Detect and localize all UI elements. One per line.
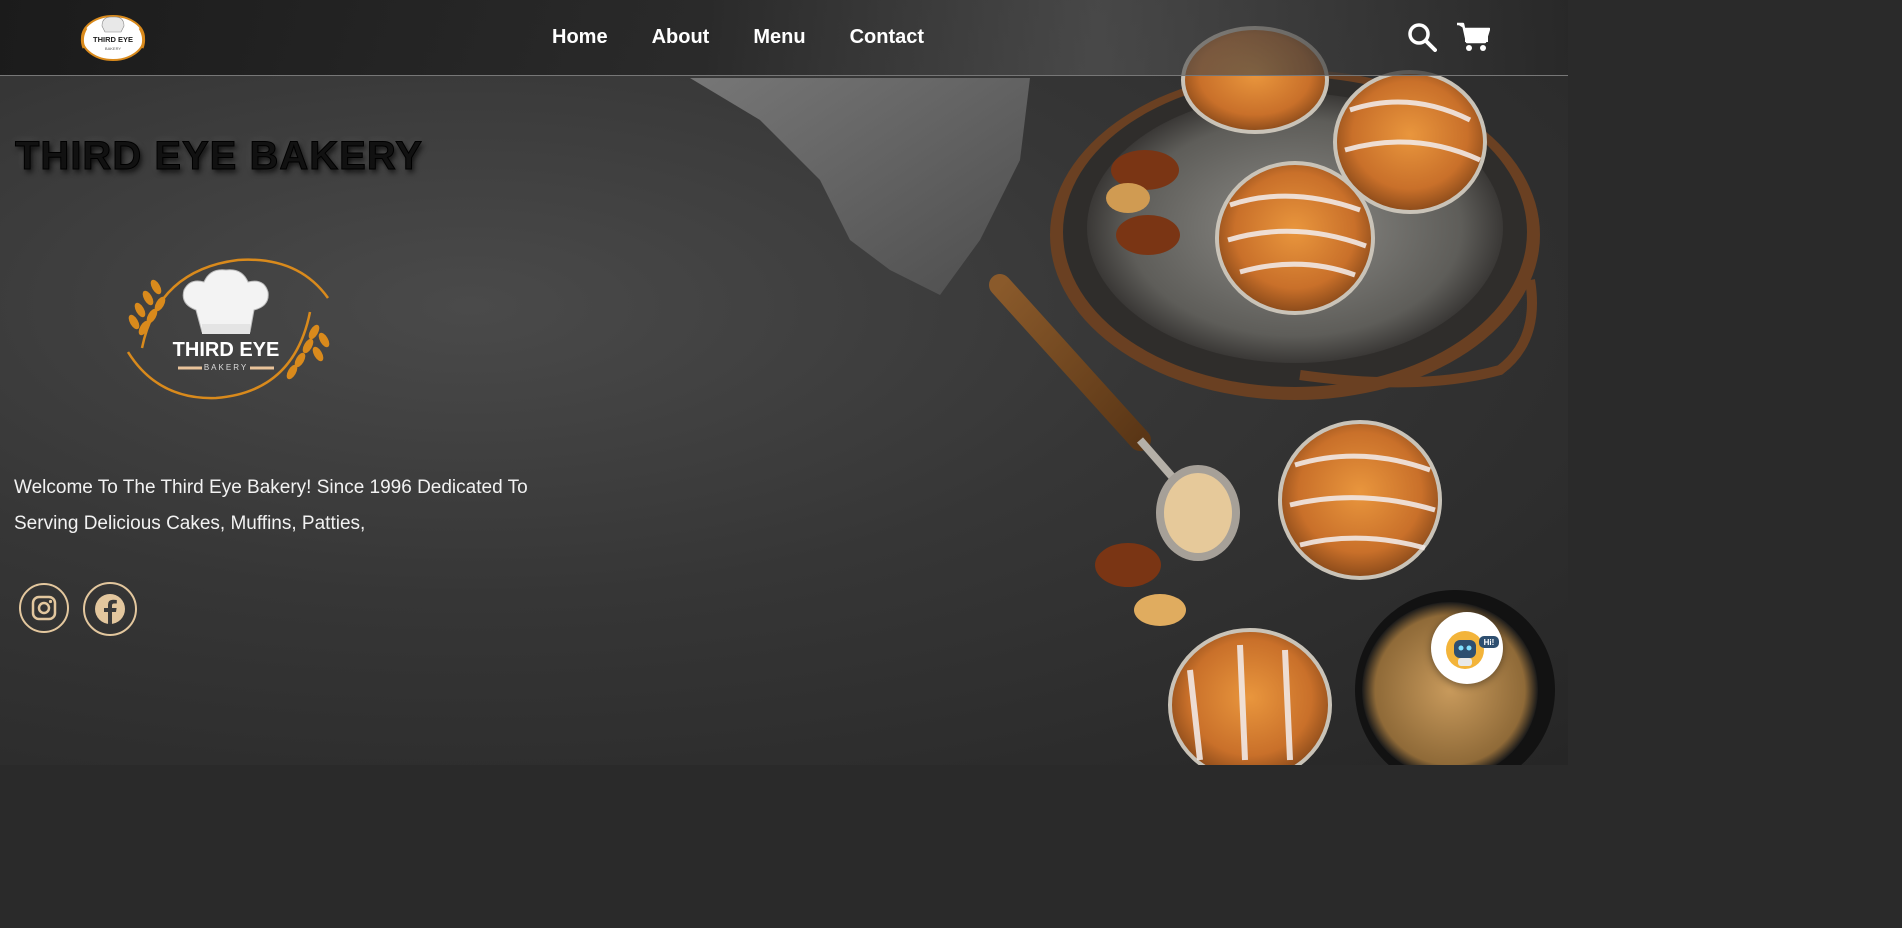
nav-link-about[interactable]: About [652,26,710,49]
welcome-text: Welcome To The Third Eye Bakery! Since 1… [14,477,528,534]
page-title: THIRD EYE BAKERY [15,134,423,179]
facebook-icon [95,594,125,624]
page: THIRD EYE BAKERY Home About Menu Contact… [0,0,1568,765]
bakery-logo-name: THIRD EYE [173,339,280,361]
nav-logo[interactable]: THIRD EYE BAKERY [78,8,148,66]
cart-icon[interactable] [1456,21,1490,53]
svg-text:THIRD EYE: THIRD EYE [93,35,133,44]
svg-text:BAKERY: BAKERY [105,46,121,51]
instagram-icon [31,595,57,621]
nav-link-menu[interactable]: Menu [753,26,805,49]
bakery-logo-subtitle: BAKERY [204,363,248,372]
nav-link-home[interactable]: Home [552,26,608,49]
bakery-logo: THIRD EYE BAKERY [126,258,330,400]
search-icon[interactable] [1407,22,1437,52]
navbar: THIRD EYE BAKERY Home About Menu Contact [0,0,1568,76]
chatbot-button[interactable]: Hi! [1431,612,1503,684]
nav-link-contact[interactable]: Contact [850,26,924,49]
nav-links: Home About Menu Contact [552,26,924,49]
chatbot-icon: Hi! [1446,631,1499,669]
chatbot-badge: Hi! [1484,638,1495,647]
page-outside-area [1568,0,1902,928]
instagram-button[interactable] [19,583,69,633]
facebook-button[interactable] [83,582,137,636]
